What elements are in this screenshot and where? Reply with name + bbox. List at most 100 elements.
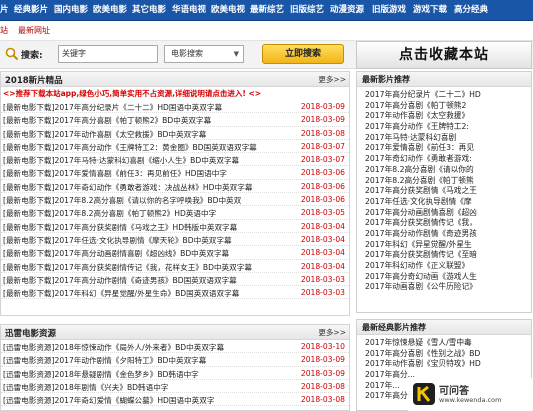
panel-title: 迅雷电影资源 xyxy=(5,329,57,339)
side-list-item[interactable]: 2017年奇幻动作《勇敢者游戏: xyxy=(365,154,527,165)
list-item-title[interactable]: [最新电影下载]2017年马特·达蒙科幻喜剧《缩小人生》BD中英双字幕 xyxy=(3,155,239,165)
side-list-item[interactable]: 2017年科幻动作《正义联盟》 xyxy=(365,261,527,272)
list-item[interactable]: [最新电影下载]2017年高分获奖剧情传记《我，花样女王》BD中英双字幕 2018… xyxy=(1,260,349,273)
list-item-title[interactable]: [最新电影下载]2017年奇幻动作《勇敢者游戏：决战丛林》HD中英双字幕 xyxy=(3,182,252,192)
xunlei-list: [迅雷电影资源]2018年惊悚动作《局外人/外来者》BD中英双字幕 2018-03… xyxy=(1,340,349,407)
list-item-title[interactable]: [最新电影下载]2017年动作喜剧《太空救援》BD中英双字幕 xyxy=(3,129,206,139)
list-item-date: 2018-03-08 xyxy=(300,381,345,391)
side-list-item[interactable]: 2017年8.2高分喜剧《请以你的 xyxy=(365,165,527,176)
list-item-date: 2018-03-09 xyxy=(300,355,345,365)
side-title: 最新经典影片推荐 xyxy=(362,323,426,332)
list-item-title[interactable]: [最新电影下载]2017年高分动作剧情《奇迹男孩》BD国英双语双字幕 xyxy=(3,275,237,285)
list-item-title[interactable]: [最新电影下载]2017年任选·文化执导剧情《摩天轮》BD中英双字幕 xyxy=(3,235,232,245)
nav-item-partial[interactable]: 片 xyxy=(0,0,9,21)
list-item[interactable]: [迅雷电影资源]2018年悬疑剧情《金色梦乡》BD韩语中字 2018-03-09 xyxy=(1,367,349,380)
side-list-item[interactable]: 2017年动作喜剧《宝贝特攻》HD xyxy=(365,359,527,370)
list-item[interactable]: [迅雷电影资源]2017年奇幻爱情《蝴蝶公墓》HD国语中英双字 2018-03-0… xyxy=(1,393,349,407)
nav-item-latest-variety[interactable]: 最新综艺 xyxy=(250,0,284,21)
side-list-item[interactable]: 2017年动画喜剧《公牛历险记》 xyxy=(365,282,527,293)
side-list-item[interactable]: 2017年任选·文化执导剧情《摩 xyxy=(365,197,527,208)
list-item-date: 2018-03-04 xyxy=(300,261,345,271)
list-item[interactable]: [最新电影下载]2017年动作喜剧《太空救援》BD中英双字幕 2018-03-08 xyxy=(1,127,349,140)
list-item[interactable]: [最新电影下载]2017年高分动作《王牌特工2：黄金圈》BD国英双语双字幕 201… xyxy=(1,140,349,154)
list-item-title[interactable]: [最新电影下载]2017年高分动画剧情喜剧《超凶线》BD中英双字幕 xyxy=(3,248,229,258)
list-item[interactable]: [最新电影下载]2017年奇幻动作《勇敢者游戏：决战丛林》HD中英双字幕 2018… xyxy=(1,180,349,194)
list-item-title[interactable]: [迅雷电影资源]2018年剧情《兴夫》BD韩语中字 xyxy=(3,382,168,392)
more-link[interactable]: 更多>> xyxy=(318,327,346,338)
side-list-item[interactable]: 2017年高分获奖剧情传记《至暗 xyxy=(365,250,527,261)
side-list-item[interactable]: 2017年高分纪录片《二十二》HD xyxy=(365,90,527,101)
side-list-item[interactable]: 2017年高分奇幻动画《游戏人生 xyxy=(365,272,527,283)
chevron-down-icon: ▼ xyxy=(233,50,239,58)
nav-item-classic-films[interactable]: 经典影片 xyxy=(14,0,48,21)
subnav-link-partial[interactable]: 站 xyxy=(0,25,8,36)
watermark-text: 可问答 xyxy=(439,386,469,397)
nav-item-western-tv[interactable]: 欧美电视 xyxy=(211,0,245,21)
side-list-item[interactable]: 2017年高分动作剧情《奇迹男孩 xyxy=(365,229,527,240)
list-item-title[interactable]: [最新电影下载]2017年高分纪录片《二十二》HD国语中英双字幕 xyxy=(3,102,222,112)
list-item[interactable]: [最新电影下载]2017年高分纪录片《二十二》HD国语中英双字幕 2018-03-… xyxy=(1,100,349,114)
add-favorite-button[interactable]: 点击收藏本站 xyxy=(356,41,532,69)
list-item-title[interactable]: [最新电影下载]2017年8.2高分喜剧《帕丁顿熊2》HD英语中字 xyxy=(3,208,216,218)
side-list-item[interactable]: 2017年高分获奖剧情传记《我， xyxy=(365,218,527,229)
list-item[interactable]: [迅雷电影资源]2018年惊悚动作《局外人/外来者》BD中英双字幕 2018-03… xyxy=(1,340,349,354)
side-list-item[interactable]: 2017年马特·达蒙科幻喜剧 xyxy=(365,133,527,144)
list-item[interactable]: [最新电影下载]2017年爱情喜剧《前任3：再见前任》HD国语中字 2018-03… xyxy=(1,166,349,180)
list-item-title[interactable]: [最新电影下载]2017年高分动作《王牌特工2：黄金圈》BD国英双语双字幕 xyxy=(3,142,257,152)
list-item-date: 2018-03-04 xyxy=(300,248,345,258)
list-item[interactable]: [迅雷电影资源]2018年剧情《兴夫》BD韩语中字 2018-03-08 xyxy=(1,380,349,394)
list-item-title[interactable]: [最新电影下载]2017年高分喜剧《帕丁顿熊2》BD中英双字幕 xyxy=(3,115,211,125)
list-item-date: 2018-03-04 xyxy=(300,234,345,244)
list-item-title[interactable]: [最新电影下载]2017年高分获奖剧情传记《我，花样女王》BD中英双字幕 xyxy=(3,262,252,272)
list-item-title[interactable]: [最新电影下载]2017年8.2高分喜剧《请以你的名字呼唤我》BD中英双 xyxy=(3,195,241,205)
side-list-item[interactable]: 2017年科幻《异星觉醒/外星生 xyxy=(365,240,527,251)
list-item-title[interactable]: [迅雷电影资源]2017年奇幻爱情《蝴蝶公墓》HD国语中英双字 xyxy=(3,395,214,405)
nav-item-western-films[interactable]: 欧美电影 xyxy=(93,0,127,21)
sub-nav: 站 最新网址 xyxy=(0,21,533,41)
list-item[interactable]: [最新电影下载]2017年8.2高分喜剧《请以你的名字呼唤我》BD中英双 2018… xyxy=(1,193,349,207)
search-input[interactable]: 关键字 xyxy=(58,45,158,63)
side-list-item[interactable]: 2017年高分喜剧《帕丁顿熊2 xyxy=(365,101,527,112)
nav-item-old-variety[interactable]: 旧版综艺 xyxy=(290,0,324,21)
app-notice-link[interactable]: <>推荐下载本站app,绿色小巧,简单实用不占资源,详细说明请点击进入! <> xyxy=(1,87,349,100)
list-item[interactable]: [最新电影下载]2017年高分获奖剧情《马戏之王》HD韩版中英双字幕 2018-0… xyxy=(1,220,349,233)
side-list-item[interactable]: 2017年高分获奖剧情《马戏之王 xyxy=(365,186,527,197)
list-item-title[interactable]: [最新电影下载]2017年高分获奖剧情《马戏之王》HD韩版中英双字幕 xyxy=(3,222,237,232)
list-item-title[interactable]: [迅雷电影资源]2018年悬疑剧情《金色梦乡》BD韩语中字 xyxy=(3,369,199,379)
side-list-item[interactable]: 2017年高分动画剧情喜剧《超凶 xyxy=(365,208,527,219)
side-list-item[interactable]: 2017年高分动作《王牌特工2: xyxy=(365,122,527,133)
watermark: 可问答 www.kewenda.com xyxy=(408,378,533,411)
list-item-title[interactable]: [最新电影下载]2017年科幻《异星觉醒/外星生命》BD国英双语双字幕 xyxy=(3,288,239,298)
side-list-item[interactable]: 2017年动作喜剧《太空救援》 xyxy=(365,111,527,122)
search-type-select[interactable]: 电影搜索 ▼ xyxy=(164,45,244,63)
list-item[interactable]: [最新电影下载]2017年马特·达蒙科幻喜剧《缩小人生》BD中英双字幕 2018-… xyxy=(1,153,349,167)
list-item-date: 2018-03-09 xyxy=(300,102,345,111)
list-item[interactable]: [最新电影下载]2017年科幻《异星觉醒/外星生命》BD国英双语双字幕 2018-… xyxy=(1,286,349,300)
nav-item-anime[interactable]: 动漫资源 xyxy=(330,0,364,21)
list-item[interactable]: [最新电影下载]2017年高分喜剧《帕丁顿熊2》BD中英双字幕 2018-03-0… xyxy=(1,113,349,127)
list-item-title[interactable]: [最新电影下载]2017年爱情喜剧《前任3：再见前任》HD国语中字 xyxy=(3,168,227,178)
nav-item-other-films[interactable]: 其它电影 xyxy=(132,0,166,21)
list-item-date: 2018-03-06 xyxy=(300,195,345,205)
search-label: 搜索: xyxy=(21,51,43,61)
list-item[interactable]: [最新电影下载]2017年高分动画剧情喜剧《超凶线》BD中英双字幕 2018-03… xyxy=(1,246,349,260)
list-item-title[interactable]: [迅雷电影资源]2018年惊悚动作《局外人/外来者》BD中英双字幕 xyxy=(3,342,224,352)
list-item[interactable]: [最新电影下载]2017年8.2高分喜剧《帕丁顿熊2》HD英语中字 2018-03… xyxy=(1,206,349,220)
side-list-item[interactable]: 2017年惊悚悬疑《雪人/雪中毒 xyxy=(365,338,527,349)
list-item[interactable]: [迅雷电影资源]2017年动作剧情《夕阳特工》BD中英双字幕 2018-03-09 xyxy=(1,353,349,367)
subnav-link-latest-address[interactable]: 最新网址 xyxy=(18,25,50,36)
list-item-date: 2018-03-08 xyxy=(300,395,345,405)
nav-item-game-download[interactable]: 游戏下载 xyxy=(413,0,447,21)
nav-item-chinese-tv[interactable]: 华语电视 xyxy=(172,0,206,21)
side-list-item[interactable]: 2017年高分喜剧《性别之战》BD xyxy=(365,349,527,360)
side-list-item[interactable]: 2017年8.2高分喜剧《帕丁顿熊 xyxy=(365,176,527,187)
nav-item-old-games[interactable]: 旧版游戏 xyxy=(372,0,406,21)
list-item[interactable]: [最新电影下载]2017年任选·文化执导剧情《摩天轮》BD中英双字幕 2018-0… xyxy=(1,233,349,247)
more-link[interactable]: 更多>> xyxy=(318,74,346,85)
side-list-item[interactable]: 2017年爱情喜剧《前任3：再见 xyxy=(365,143,527,154)
list-item-title[interactable]: [迅雷电影资源]2017年动作剧情《夕阳特工》BD中英双字幕 xyxy=(3,355,206,365)
nav-item-domestic-films[interactable]: 国内电影 xyxy=(54,0,88,21)
nav-item-top-classics[interactable]: 高分经典 xyxy=(454,0,488,21)
search-button[interactable]: 立即搜索 xyxy=(262,44,344,64)
list-item[interactable]: [最新电影下载]2017年高分动作剧情《奇迹男孩》BD国英双语双字幕 2018-0… xyxy=(1,273,349,287)
